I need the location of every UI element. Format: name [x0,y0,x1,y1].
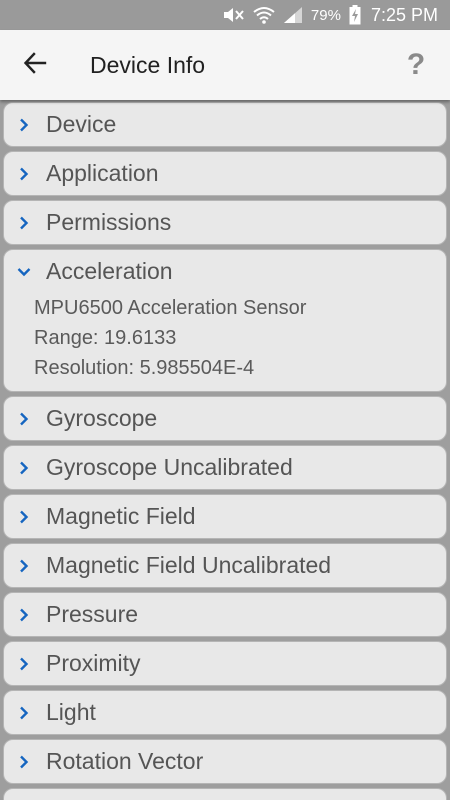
signal-icon [283,6,303,24]
list-item-details: MPU6500 Acceleration Sensor Range: 19.613… [4,293,446,391]
list-item-label: Pressure [46,601,139,627]
chevron-right-icon [4,559,44,573]
list-item-label: Proximity [46,650,141,676]
list-item-header[interactable]: Magnetic Field Uncalibrated [4,544,446,587]
help-button[interactable]: ? [396,42,436,88]
list-item-header[interactable]: Gyroscope [4,397,446,440]
wifi-icon [253,6,275,24]
list-item-header[interactable]: Acceleration [4,250,446,293]
detail-line: MPU6500 Acceleration Sensor [34,297,307,319]
list-item-header[interactable]: Gyroscope Uncalibrated [4,446,446,489]
list-item-light[interactable]: Light [3,690,447,735]
battery-charging-icon [349,5,361,25]
list-item-header[interactable]: Application [4,152,446,195]
chevron-right-icon [4,608,44,622]
list-item-label: Light [46,699,96,725]
list-item-header[interactable]: Permissions [4,201,446,244]
list-item-game-rotation-vector[interactable]: Game Rotation Vector [3,788,447,800]
sensor-list: Device Application Permissions Acceleration… [0,102,450,800]
help-icon: ? [406,48,426,81]
chevron-down-icon [4,267,44,277]
list-item-label: Gyroscope [46,405,158,431]
page-title: Device Info [90,51,206,78]
list-item-pressure[interactable]: Pressure [3,592,447,637]
back-button[interactable] [0,30,70,100]
list-item-header[interactable]: Rotation Vector [4,740,446,783]
list-item-permissions[interactable]: Permissions [3,200,447,245]
detail-line: Resolution: 5.985504E-4 [34,357,255,379]
list-item-label: Acceleration [46,258,173,284]
list-item-header[interactable]: Pressure [4,593,446,636]
detail-line: Range: 19.6133 [34,327,177,349]
list-item-gyroscope[interactable]: Gyroscope [3,396,447,441]
chevron-right-icon [4,510,44,524]
arrow-back-icon [23,51,47,79]
chevron-right-icon [4,118,44,132]
list-item-proximity[interactable]: Proximity [3,641,447,686]
list-item-magnetic-field-uncalibrated[interactable]: Magnetic Field Uncalibrated [3,543,447,588]
list-item-header[interactable]: Light [4,691,446,734]
mute-icon [221,6,245,24]
list-item-label: Magnetic Field [46,503,196,529]
battery-percent: 79% [310,6,341,24]
list-item-label: Rotation Vector [46,748,204,774]
app-bar: Device Info ? [0,30,450,100]
list-item-label: Magnetic Field Uncalibrated [46,552,332,578]
list-item-header[interactable]: Proximity [4,642,446,685]
list-item-application[interactable]: Application [3,151,447,196]
list-item-header[interactable]: Device [4,103,446,146]
clock: 7:25 PM [370,4,438,25]
chevron-right-icon [4,755,44,769]
list-item-label: Application [46,160,159,186]
list-item-label: Permissions [46,209,172,235]
chevron-right-icon [4,216,44,230]
list-item-rotation-vector[interactable]: Rotation Vector [3,739,447,784]
list-item-label: Gyroscope Uncalibrated [46,454,293,480]
chevron-right-icon [4,412,44,426]
list-item-acceleration[interactable]: Acceleration MPU6500 Acceleration Sensor R… [3,249,447,392]
list-item-label: Device [46,111,117,137]
status-bar: 79% 7:25 PM [0,0,450,30]
list-item-header[interactable]: Magnetic Field [4,495,446,538]
list-item-header[interactable]: Game Rotation Vector [4,789,446,800]
list-item-device[interactable]: Device [3,102,447,147]
list-item-gyroscope-uncalibrated[interactable]: Gyroscope Uncalibrated [3,445,447,490]
chevron-right-icon [4,657,44,671]
list-item-magnetic-field[interactable]: Magnetic Field [3,494,447,539]
chevron-right-icon [4,167,44,181]
chevron-right-icon [4,461,44,475]
chevron-right-icon [4,706,44,720]
